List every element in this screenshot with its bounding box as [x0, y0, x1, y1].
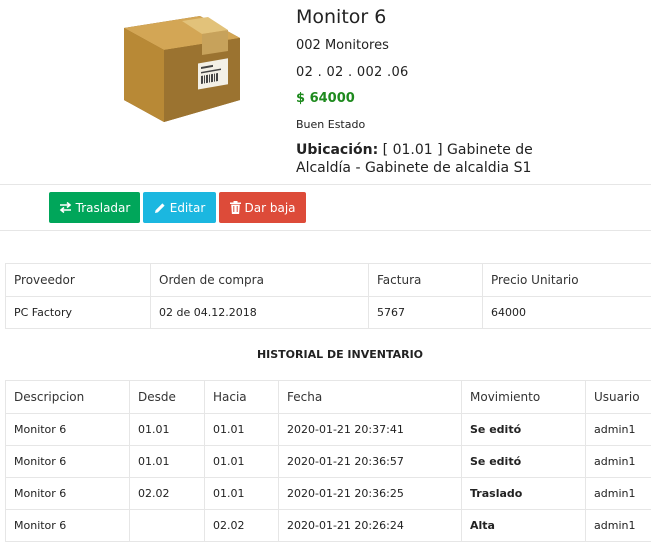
table-cell: 02 de 04.12.2018	[151, 297, 369, 329]
table-row: PC Factory 02 de 04.12.2018 5767 64000	[6, 297, 651, 329]
edit-button-label: Editar	[170, 201, 206, 215]
location-label: Ubicación:	[296, 142, 378, 158]
product-price: $ 64000	[296, 91, 355, 106]
edit-button[interactable]: Editar	[143, 192, 216, 223]
product-location: Ubicación: [ 01.01 ] Gabinete de Alcaldí…	[296, 141, 546, 177]
table-cell: 01.01	[130, 446, 205, 478]
column-header: Proveedor	[6, 264, 151, 297]
table-row: Monitor 6 01.01 01.01 2020-01-21 20:37:4…	[6, 414, 651, 446]
transfer-button[interactable]: Trasladar	[49, 192, 140, 223]
history-table: Descripcion Desde Hacia Fecha Movimiento…	[5, 380, 651, 542]
column-header: Precio Unitario	[483, 264, 651, 297]
remove-button[interactable]: Dar baja	[219, 192, 306, 223]
table-cell: PC Factory	[6, 297, 151, 329]
column-header: Desde	[130, 381, 205, 414]
trash-icon	[230, 201, 241, 214]
column-header: Movimiento	[462, 381, 586, 414]
remove-button-label: Dar baja	[245, 201, 296, 215]
product-code: 02 . 02 . 002 .06	[296, 65, 409, 80]
purchase-info-table: Proveedor Orden de compra Factura Precio…	[5, 263, 651, 329]
column-header: Usuario	[586, 381, 651, 414]
table-cell: Monitor 6	[6, 478, 130, 510]
divider	[0, 230, 651, 231]
column-header: Descripcion	[6, 381, 130, 414]
table-header-row: Descripcion Desde Hacia Fecha Movimiento…	[6, 381, 651, 414]
table-cell: 01.01	[130, 414, 205, 446]
table-header-row: Proveedor Orden de compra Factura Precio…	[6, 264, 651, 297]
table-cell: Monitor 6	[6, 446, 130, 478]
cardboard-box-icon	[116, 8, 244, 130]
movement-cell: Traslado	[462, 478, 586, 510]
product-name: Monitor 6	[296, 6, 386, 28]
transfer-arrows-icon	[59, 202, 72, 213]
transfer-button-label: Trasladar	[76, 201, 131, 215]
pencil-icon	[154, 202, 166, 214]
movement-cell: Se editó	[462, 446, 586, 478]
product-state: Buen Estado	[296, 118, 365, 131]
table-cell: 2020-01-21 20:36:25	[279, 478, 462, 510]
table-cell: Monitor 6	[6, 414, 130, 446]
product-category: 002 Monitores	[296, 38, 389, 53]
table-cell: 64000	[483, 297, 651, 329]
table-cell: 2020-01-21 20:37:41	[279, 414, 462, 446]
table-cell: admin1	[586, 478, 651, 510]
column-header: Hacia	[205, 381, 279, 414]
table-cell: 02.02	[130, 478, 205, 510]
table-cell: 01.01	[205, 414, 279, 446]
table-cell: admin1	[586, 446, 651, 478]
table-cell: admin1	[586, 414, 651, 446]
table-row: Monitor 6 01.01 01.01 2020-01-21 20:36:5…	[6, 446, 651, 478]
history-title: HISTORIAL DE INVENTARIO	[0, 348, 651, 361]
column-header: Fecha	[279, 381, 462, 414]
table-cell: 2020-01-21 20:36:57	[279, 446, 462, 478]
table-cell: 01.01	[205, 446, 279, 478]
column-header: Factura	[369, 264, 483, 297]
table-cell: 01.01	[205, 478, 279, 510]
table-cell: 5767	[369, 297, 483, 329]
column-header: Orden de compra	[151, 264, 369, 297]
movement-cell: Se editó	[462, 414, 586, 446]
divider	[0, 184, 651, 185]
table-row: Monitor 6 02.02 01.01 2020-01-21 20:36:2…	[6, 478, 651, 510]
